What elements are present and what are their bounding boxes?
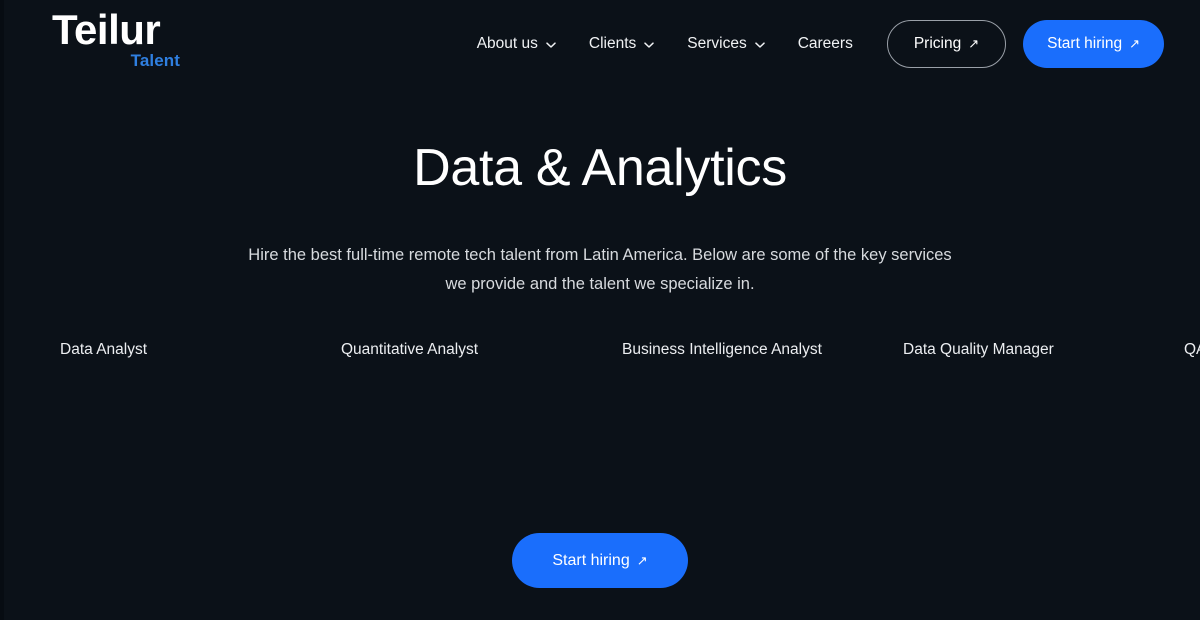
nav-item-about-us[interactable]: About us <box>461 27 573 61</box>
nav-item-label: Services <box>687 35 747 52</box>
role-link[interactable]: QA Analyst <box>1184 341 1200 358</box>
roles-grid: Data Analyst Quantitative Analyst Busine… <box>60 341 1200 376</box>
nav-item-clients[interactable]: Clients <box>573 27 671 61</box>
pricing-button-label: Pricing <box>913 35 962 52</box>
arrow-up-right-icon: ↗ <box>1129 36 1140 51</box>
page-title: Data & Analytics <box>413 139 787 197</box>
chevron-down-icon <box>643 39 655 51</box>
logo-wordmark: Teilur <box>52 6 161 53</box>
nav-item-careers[interactable]: Careers <box>782 27 869 61</box>
site-logo[interactable]: Teilur Talent <box>52 6 182 71</box>
chevron-down-icon <box>545 39 557 51</box>
cta-button-label: Start hiring <box>552 551 630 569</box>
role-link[interactable]: Data Quality Manager <box>903 341 1184 358</box>
start-hiring-button-header[interactable]: Start hiring ↗ <box>1023 20 1164 68</box>
role-link[interactable]: Quantitative Analyst <box>341 341 622 358</box>
page-root: Teilur Talent About us Clients Services … <box>0 0 1200 620</box>
chevron-down-icon <box>754 39 766 51</box>
arrow-up-right-icon: ↗ <box>968 36 980 51</box>
site-header: Teilur Talent About us Clients Services … <box>0 0 1200 88</box>
pricing-button[interactable]: Pricing ↗ <box>886 20 1007 68</box>
logo-subtitle: Talent <box>130 51 180 71</box>
cta-section: Start hiring ↗ <box>0 533 1200 588</box>
nav-item-label: About us <box>476 35 538 52</box>
main-navigation: About us Clients Services Careers Pricin… <box>461 0 1164 88</box>
arrow-up-right-icon: ↗ <box>636 552 648 568</box>
nav-item-label: Clients <box>588 35 637 52</box>
role-link[interactable]: Data Analyst <box>60 341 341 358</box>
page-subtitle: Hire the best full-time remote tech tale… <box>248 246 952 293</box>
nav-item-label: Careers <box>797 35 853 52</box>
start-hiring-button-cta[interactable]: Start hiring ↗ <box>512 533 688 588</box>
nav-item-services[interactable]: Services <box>671 27 781 61</box>
role-link[interactable]: Business Intelligence Analyst <box>622 341 903 358</box>
left-edge-strip <box>0 0 4 620</box>
start-hiring-button-label: Start hiring <box>1047 35 1123 52</box>
